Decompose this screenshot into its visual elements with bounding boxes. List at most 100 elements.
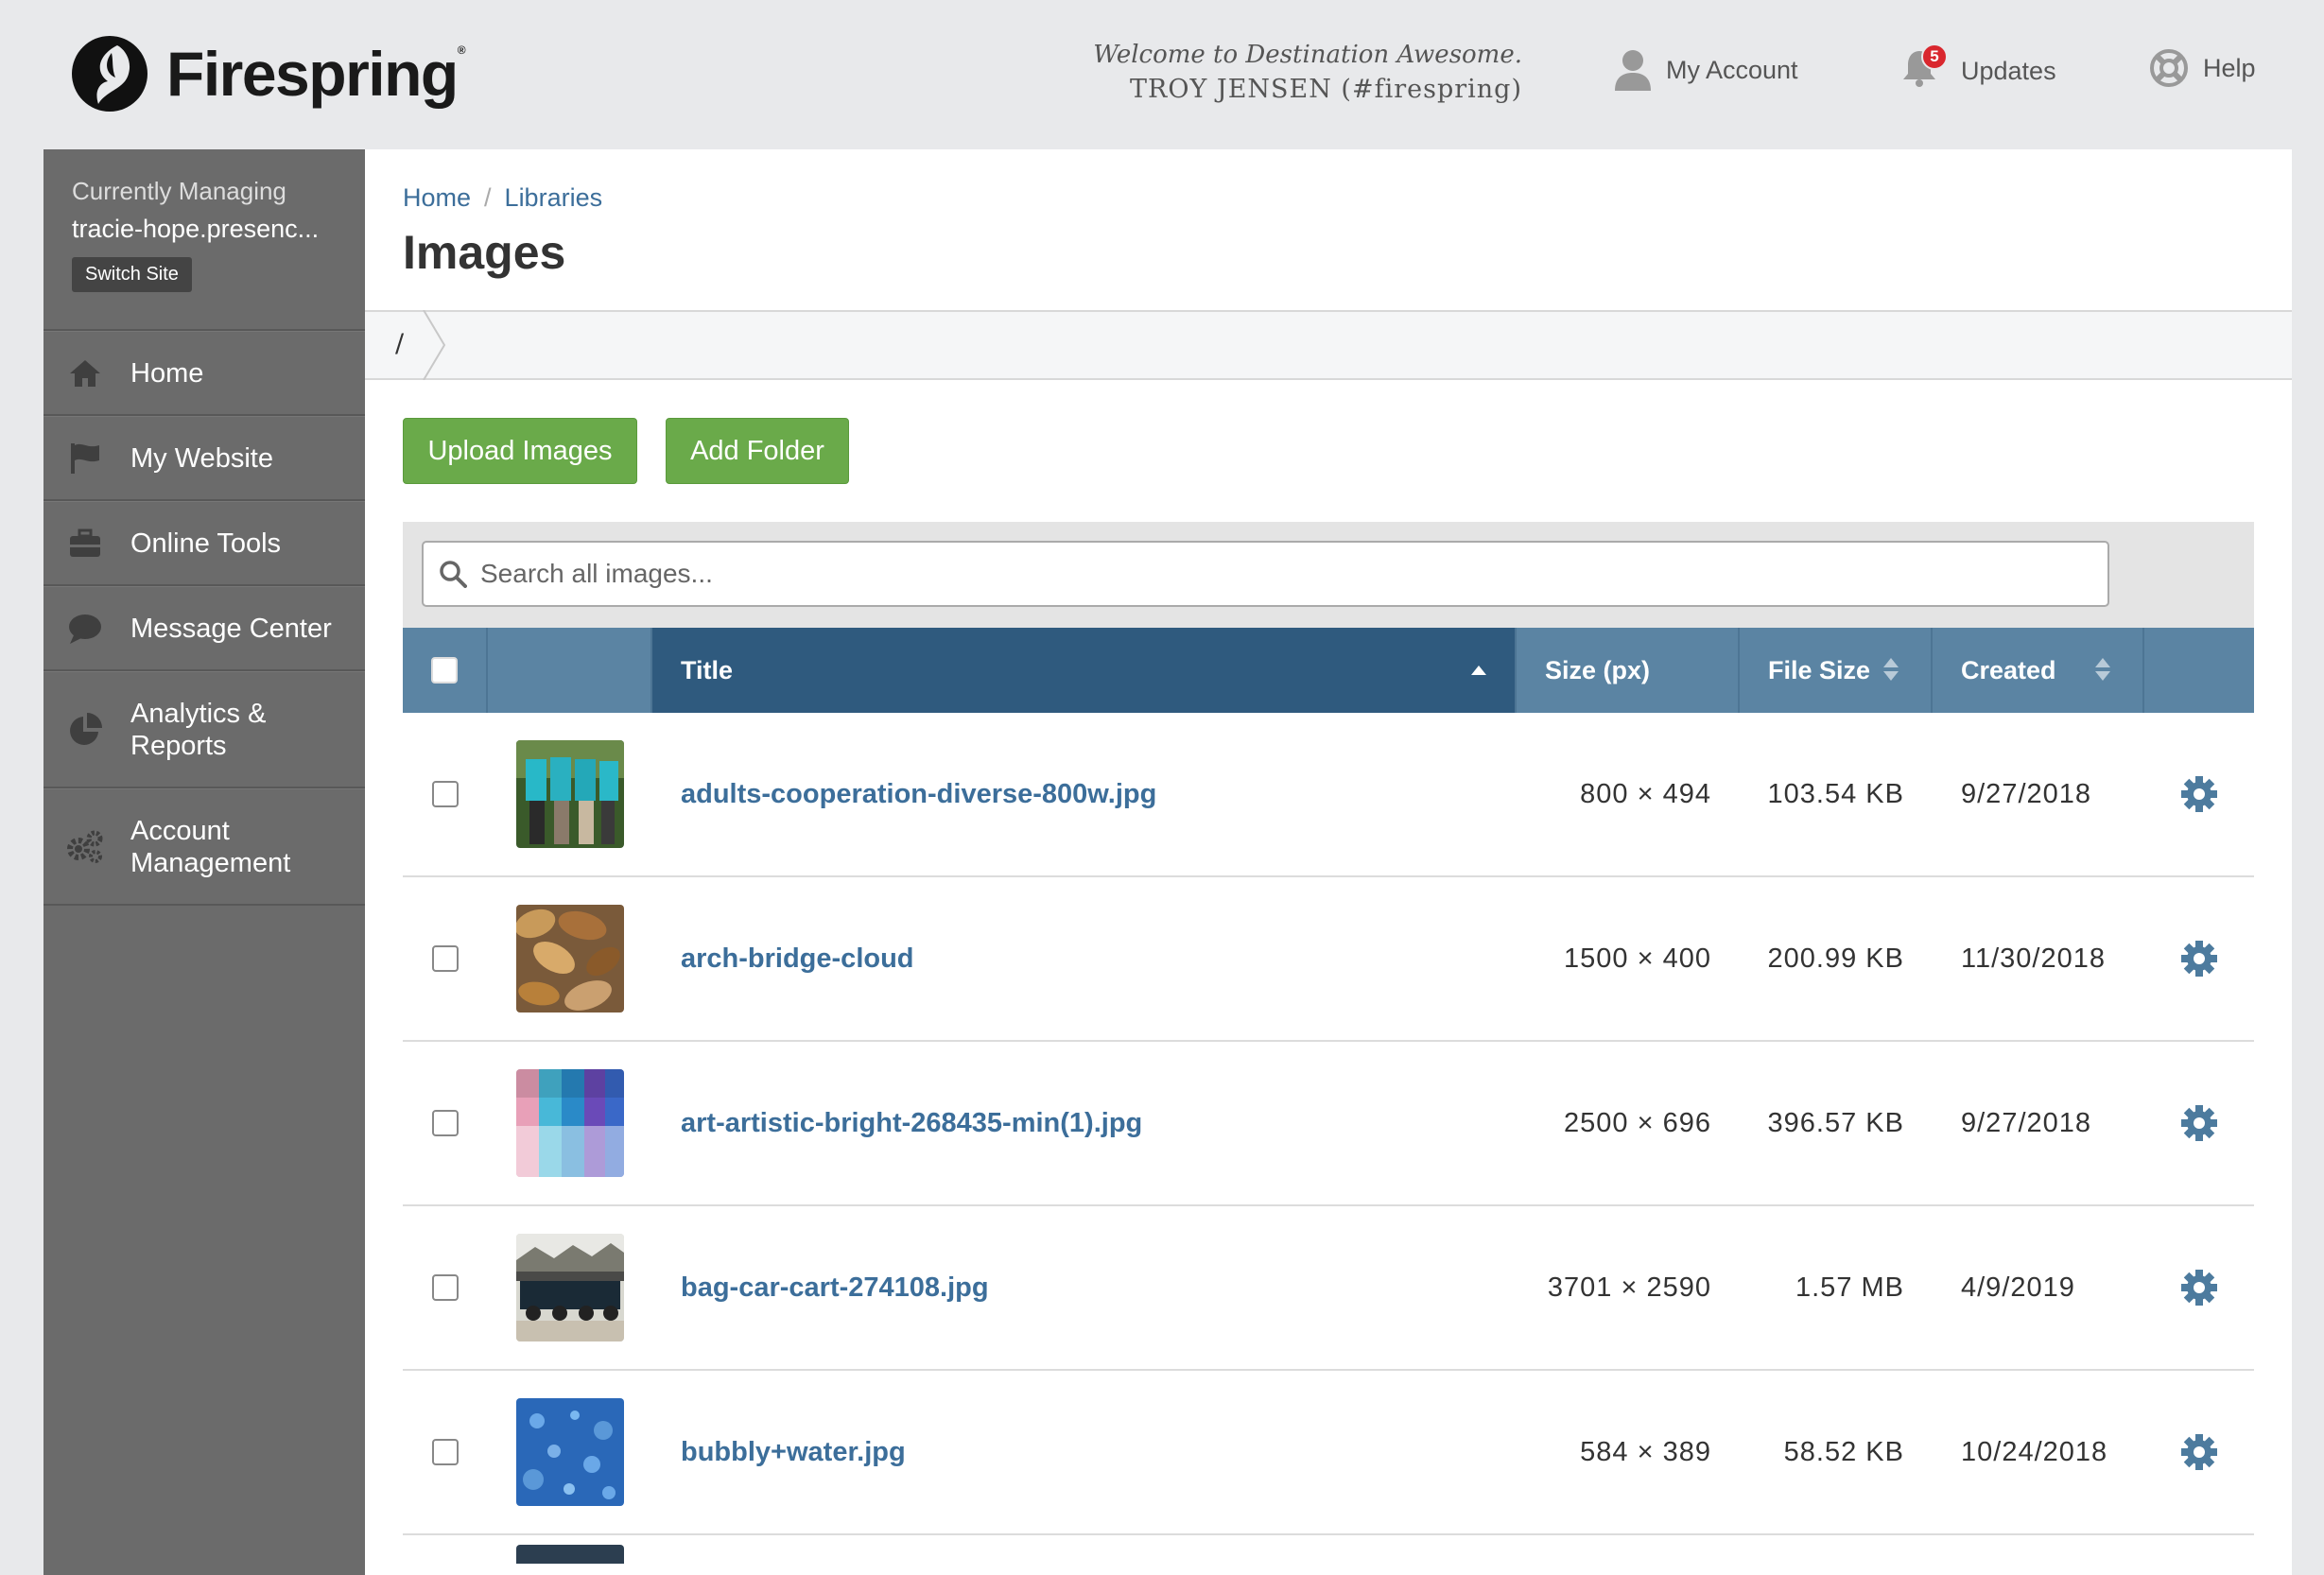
- table-row[interactable]: art-artistic-bright-268435-min(1).jpg 25…: [403, 1042, 2254, 1206]
- table-row[interactable]: bubbly+water.jpg 584 × 389 58.52 KB 10/2…: [403, 1371, 2254, 1535]
- image-thumbnail[interactable]: [516, 1398, 624, 1506]
- created-column-header[interactable]: Created: [1933, 628, 2144, 713]
- image-thumbnail[interactable]: [516, 740, 624, 848]
- image-title-link[interactable]: bag-car-cart-274108.jpg: [652, 1272, 1517, 1304]
- breadcrumb-separator: /: [484, 183, 492, 212]
- breadcrumb-libraries-link[interactable]: Libraries: [505, 183, 603, 212]
- sort-icon: [2095, 658, 2110, 684]
- image-thumbnail[interactable]: [516, 905, 624, 1012]
- gear-icon[interactable]: [2180, 1104, 2218, 1142]
- sidebar-item-analytics-reports[interactable]: Analytics & Reports: [43, 671, 365, 788]
- toolbox-icon: [66, 525, 104, 562]
- sidebar: Currently Managing tracie-hope.presenc..…: [43, 149, 365, 1575]
- image-title-link[interactable]: bubbly+water.jpg: [652, 1437, 1517, 1468]
- image-title-link[interactable]: art-artistic-bright-268435-min(1).jpg: [652, 1108, 1517, 1139]
- row-checkbox[interactable]: [432, 1110, 459, 1136]
- image-file-size: 103.54 KB: [1767, 778, 1904, 809]
- gear-icon[interactable]: [2180, 1433, 2218, 1471]
- search-bar: [403, 522, 2254, 628]
- my-account-label: My Account: [1666, 55, 1798, 84]
- size-column-header: Size (px): [1517, 628, 1740, 713]
- title-header-label: Title: [681, 655, 734, 684]
- image-created-date: 9/27/2018: [1961, 778, 2092, 809]
- image-title-link[interactable]: arch-bridge-cloud: [652, 943, 1517, 975]
- image-thumbnail[interactable]: [516, 1234, 624, 1341]
- table-row[interactable]: adults-cooperation-diverse-800w.jpg 800 …: [403, 713, 2254, 877]
- search-icon: [440, 561, 467, 588]
- upload-images-button[interactable]: Upload Images: [403, 418, 637, 484]
- actions-column-header: [2144, 628, 2254, 713]
- updates-link[interactable]: 5 Updates: [1902, 43, 2056, 94]
- chat-bubble-icon: [66, 610, 104, 648]
- image-dimensions: 3701 × 2590: [1547, 1272, 1711, 1303]
- user-name: TROY JENSEN (#firespring): [1129, 75, 1522, 104]
- image-created-date: 11/30/2018: [1961, 943, 2106, 974]
- firespring-logo-mark: [72, 36, 147, 112]
- sidebar-item-account-management[interactable]: Account Management: [43, 788, 365, 906]
- updates-count-badge: 5: [1921, 43, 1948, 70]
- managed-site-name: tracie-hope.presenc...: [72, 215, 320, 243]
- images-table: Title Size (px) File Size Created adults…: [403, 628, 2254, 1575]
- site-switcher-panel: Currently Managing tracie-hope.presenc..…: [43, 149, 365, 331]
- select-all-cell: [403, 628, 488, 713]
- file-size-column-header[interactable]: File Size: [1740, 628, 1933, 713]
- bell-wrapper: 5: [1902, 43, 1951, 94]
- pie-chart-icon: [66, 711, 104, 749]
- row-checkbox[interactable]: [432, 945, 459, 972]
- logo-text: Firespring®: [166, 39, 466, 109]
- sidebar-item-label: Message Center: [130, 613, 332, 644]
- page-title: Images: [403, 226, 566, 279]
- row-checkbox[interactable]: [432, 781, 459, 807]
- title-column-header[interactable]: Title: [652, 628, 1517, 713]
- image-dimensions: 1500 × 400: [1564, 943, 1711, 974]
- currently-managing-label: Currently Managing: [72, 177, 286, 205]
- switch-site-button[interactable]: Switch Site: [72, 257, 192, 292]
- sidebar-item-online-tools[interactable]: Online Tools: [43, 501, 365, 586]
- breadcrumb-home-link[interactable]: Home: [403, 183, 471, 212]
- gear-icon[interactable]: [2180, 1269, 2218, 1307]
- sidebar-item-home[interactable]: Home: [43, 331, 365, 416]
- select-all-checkbox[interactable]: [431, 657, 458, 684]
- image-thumbnail[interactable]: [516, 1545, 624, 1564]
- image-file-size: 1.57 MB: [1795, 1272, 1904, 1303]
- table-header: Title Size (px) File Size Created: [403, 628, 2254, 713]
- search-input[interactable]: [480, 559, 2088, 589]
- image-created-date: 10/24/2018: [1961, 1436, 2108, 1467]
- sidebar-item-message-center[interactable]: Message Center: [43, 586, 365, 671]
- gears-icon: [66, 828, 104, 866]
- flag-icon: [66, 440, 104, 477]
- image-thumbnail[interactable]: [516, 1069, 624, 1177]
- image-created-date: 4/9/2019: [1961, 1272, 2075, 1303]
- folder-path-bar: /: [365, 310, 2292, 380]
- gear-icon[interactable]: [2180, 940, 2218, 978]
- image-dimensions: 2500 × 696: [1564, 1107, 1711, 1138]
- help-link[interactable]: Help: [2150, 49, 2256, 87]
- image-title-link[interactable]: adults-cooperation-diverse-800w.jpg: [652, 779, 1517, 810]
- breadcrumb: Home / Libraries: [403, 183, 602, 213]
- user-icon: [1615, 50, 1651, 91]
- sort-icon: [1883, 658, 1899, 684]
- welcome-line: Welcome to Destination Awesome.: [1093, 41, 1522, 69]
- sidebar-item-label: Home: [130, 357, 204, 389]
- table-row[interactable]: [403, 1535, 2254, 1575]
- sidebar-item-label: Online Tools: [130, 528, 282, 559]
- row-checkbox[interactable]: [432, 1439, 459, 1465]
- image-file-size: 200.99 KB: [1767, 943, 1904, 974]
- home-icon: [66, 355, 104, 392]
- sidebar-item-my-website[interactable]: My Website: [43, 416, 365, 501]
- row-checkbox[interactable]: [432, 1274, 459, 1301]
- my-account-link[interactable]: My Account: [1615, 49, 1798, 91]
- table-row[interactable]: bag-car-cart-274108.jpg 3701 × 2590 1.57…: [403, 1206, 2254, 1371]
- add-folder-button[interactable]: Add Folder: [666, 418, 849, 484]
- table-row[interactable]: arch-bridge-cloud 1500 × 400 200.99 KB 1…: [403, 877, 2254, 1042]
- folder-root-link[interactable]: /: [395, 329, 404, 358]
- size-header-label: Size (px): [1545, 655, 1651, 684]
- gear-icon[interactable]: [2180, 775, 2218, 813]
- file-size-header-label: File Size: [1768, 655, 1871, 684]
- image-dimensions: 800 × 494: [1580, 778, 1711, 809]
- main-content: Home / Libraries Images / Upload Images Ad…: [365, 149, 2292, 1575]
- image-file-size: 396.57 KB: [1767, 1107, 1904, 1138]
- image-file-size: 58.52 KB: [1783, 1436, 1904, 1467]
- lifebuoy-icon: [2150, 49, 2188, 87]
- firespring-logo[interactable]: Firespring®: [70, 34, 466, 113]
